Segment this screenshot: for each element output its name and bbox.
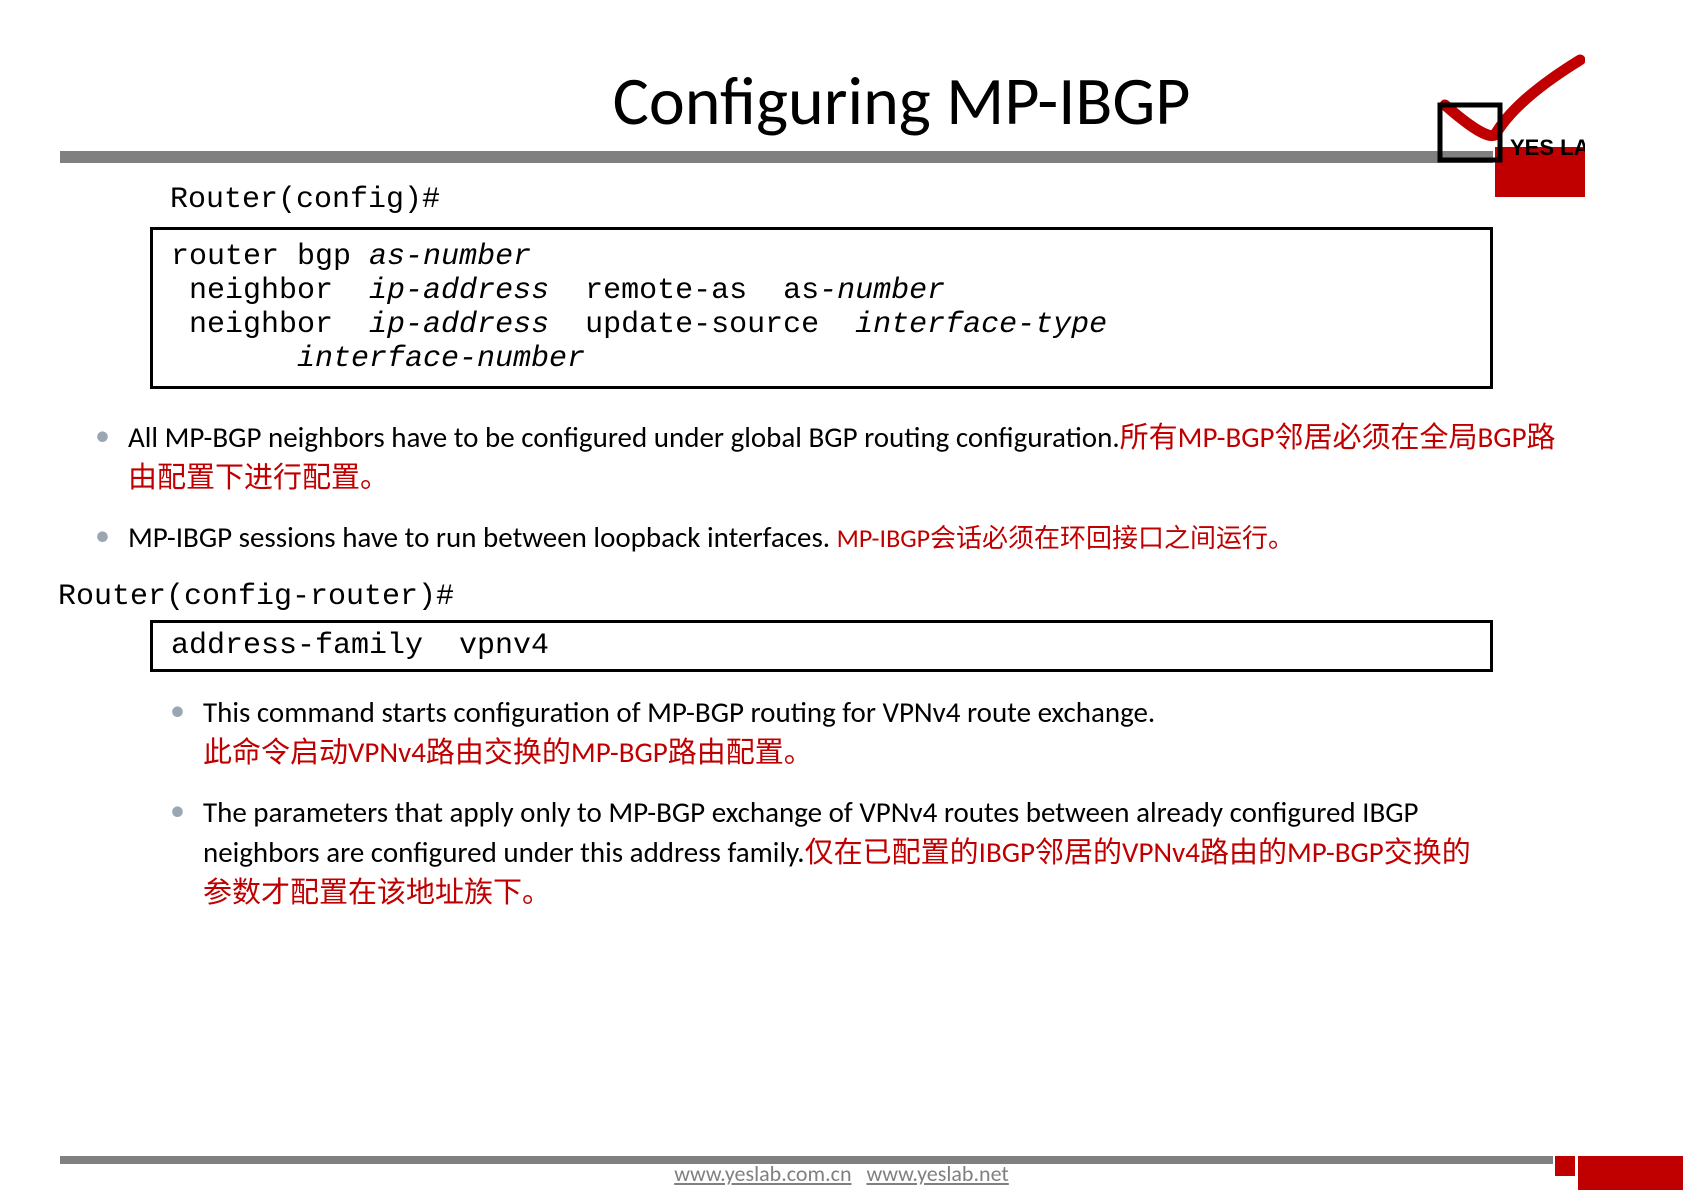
code-line: interface-number (171, 342, 1472, 376)
list-item: • MP-IBGP sessions have to run between l… (95, 517, 1568, 558)
bullet-text: All MP-BGP neighbors have to be configur… (128, 417, 1568, 497)
code-line: router bgp as-number (171, 240, 1472, 274)
title-row: Configuring MP-IBGP YES LAB (0, 60, 1683, 143)
bullet-text: MP-IBGP sessions have to run between loo… (128, 517, 1294, 558)
bullet-text: The parameters that apply only to MP-BGP… (203, 792, 1493, 912)
bullet-icon: • (170, 792, 185, 830)
code-block-1: router bgp as-number neighbor ip-address… (150, 227, 1493, 389)
bullet-text: This command starts configuration of MP-… (203, 692, 1155, 772)
code-line: neighbor ip-address update-source interf… (171, 308, 1472, 342)
slide: Configuring MP-IBGP YES LAB Router(confi… (0, 0, 1683, 1190)
list-item: • This command starts configuration of M… (170, 692, 1493, 772)
footer: www.yeslab.com.cn www.yeslab.net (0, 1156, 1683, 1190)
footer-link-2[interactable]: www.yeslab.net (866, 1160, 1008, 1187)
logo-text: YES LAB (1510, 135, 1585, 160)
page-title: Configuring MP-IBGP (613, 60, 1191, 143)
divider-grey (60, 151, 1493, 163)
bullet-icon: • (95, 517, 110, 555)
bullet-list-2: • This command starts configuration of M… (170, 692, 1493, 912)
code-block-2: address-family vpnv4 (150, 620, 1493, 672)
footer-links: www.yeslab.com.cn www.yeslab.net (674, 1160, 1009, 1187)
code-line: address-family vpnv4 (171, 629, 1472, 663)
bullet-icon: • (170, 692, 185, 730)
code-line: neighbor ip-address remote-as as-number (171, 274, 1472, 308)
yeslab-logo: YES LAB (1385, 50, 1585, 170)
list-item: • The parameters that apply only to MP-B… (170, 792, 1493, 912)
bullet-list-1: • All MP-BGP neighbors have to be config… (95, 417, 1568, 558)
list-item: • All MP-BGP neighbors have to be config… (95, 417, 1568, 497)
prompt-config: Router(config)# (170, 183, 1683, 217)
footer-accent-1 (1555, 1156, 1575, 1176)
footer-link-1[interactable]: www.yeslab.com.cn (674, 1160, 851, 1187)
bullet-icon: • (95, 417, 110, 455)
prompt-config-router: Router(config-router)# (58, 580, 1683, 614)
footer-accent-2 (1578, 1156, 1683, 1190)
